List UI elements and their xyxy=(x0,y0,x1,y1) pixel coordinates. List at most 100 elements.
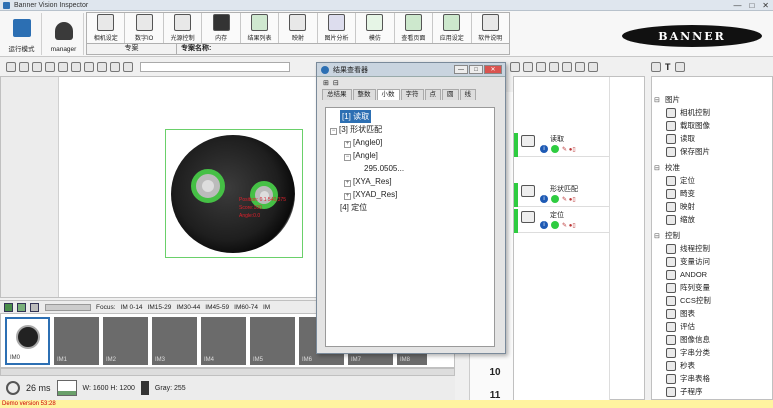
library-item[interactable]: 保存图片 xyxy=(666,145,710,158)
paste-icon[interactable] xyxy=(575,62,585,72)
help-button[interactable]: 软件说明 xyxy=(472,13,509,43)
range-tab[interactable]: IM30-44 xyxy=(176,304,200,311)
zoom-region-icon[interactable] xyxy=(71,62,81,72)
filmstrip-icon-2[interactable] xyxy=(17,302,26,312)
filmstrip-icon-3[interactable] xyxy=(30,302,39,312)
library-item[interactable]: 相机控制 xyxy=(666,106,710,119)
refresh-icon[interactable] xyxy=(510,62,520,72)
tree-node[interactable]: [4] 定位 xyxy=(330,201,490,214)
library-item[interactable]: 字串表格 xyxy=(666,372,710,385)
chain-step-locate[interactable]: 定位 i ✎ ●▯ xyxy=(514,209,610,233)
library-item[interactable]: 图表 xyxy=(666,307,695,320)
maximize-button[interactable]: □ xyxy=(749,1,754,10)
camera-settings-button[interactable]: 相机设定 xyxy=(87,13,126,43)
library-item[interactable]: 定位 xyxy=(666,174,695,187)
image-icon[interactable] xyxy=(588,62,598,72)
zoom-fit-icon[interactable] xyxy=(45,62,55,72)
view-select[interactable] xyxy=(140,62,290,72)
move-up-icon[interactable] xyxy=(536,62,546,72)
library-item[interactable]: 阵列变量 xyxy=(666,281,710,294)
library-view-icon[interactable] xyxy=(674,62,685,72)
library-item[interactable]: 评估 xyxy=(666,320,695,333)
dialog-close-button[interactable]: ✕ xyxy=(484,65,502,74)
results-list-button[interactable]: 结果列表 xyxy=(241,13,280,43)
histogram-icon[interactable] xyxy=(56,380,77,396)
dialog-maximize-button[interactable]: □ xyxy=(469,65,483,74)
library-icon[interactable] xyxy=(651,62,661,72)
dialog-title-bar[interactable]: 结果查看器 — □ ✕ xyxy=(317,63,505,77)
tab-line[interactable]: 线 xyxy=(459,89,476,100)
library-group-calibration[interactable]: ⊟ 校准 xyxy=(654,161,680,174)
tree-node[interactable]: + [XYA_Res] xyxy=(330,175,490,188)
library-item[interactable]: 载取图像 xyxy=(666,119,710,132)
view-page-button[interactable]: 查看页面 xyxy=(395,13,434,43)
tab-circle[interactable]: 圆 xyxy=(442,89,459,100)
save-icon[interactable] xyxy=(549,62,559,72)
edit-icon[interactable]: ✎ ●▯ xyxy=(562,196,576,203)
library-item[interactable]: 线程控制 xyxy=(666,242,710,255)
info-icon[interactable]: i xyxy=(540,221,548,229)
tree-node-value[interactable]: 295.0505... xyxy=(330,162,490,175)
tree-node[interactable]: − [Angle] xyxy=(330,149,490,162)
range-tab[interactable]: IM15-29 xyxy=(148,304,172,311)
info-icon[interactable]: i xyxy=(540,195,548,203)
filmstrip-icon-1[interactable] xyxy=(4,302,13,312)
thumbnail[interactable]: IM2 xyxy=(103,317,148,365)
digital-io-button[interactable]: 数字IO xyxy=(125,13,164,43)
light-control-button[interactable]: 光源控制 xyxy=(164,13,203,43)
app-settings-button[interactable]: 应用设定 xyxy=(433,13,472,43)
chain-step-read[interactable]: 读取 i ✎ ●▯ xyxy=(514,133,610,157)
roi-icon[interactable] xyxy=(110,62,120,72)
library-group-control[interactable]: ⊟ 控制 xyxy=(654,229,680,242)
tab-integer[interactable]: 整数 xyxy=(352,89,376,100)
range-tab[interactable]: IM 0-14 xyxy=(121,304,143,311)
chain-step-shape-match[interactable]: 形状匹配 i ✎ ●▯ xyxy=(514,183,610,207)
user-button[interactable]: manager xyxy=(44,13,84,55)
info-icon[interactable]: i xyxy=(540,145,548,153)
tree-node[interactable]: + [Angle0] xyxy=(330,136,490,149)
thumbnail-selected[interactable]: IM0 xyxy=(5,317,50,365)
thumbnail[interactable]: IM3 xyxy=(152,317,197,365)
range-tab[interactable]: IM60-74 xyxy=(234,304,258,311)
copy-icon[interactable] xyxy=(562,62,572,72)
run-mode-button[interactable]: 运行模式 xyxy=(2,13,42,55)
collapse-all-icon[interactable]: ⊟ xyxy=(333,79,339,87)
library-item[interactable]: 秒表 xyxy=(666,359,695,372)
library-item[interactable]: 子程序 xyxy=(666,385,703,398)
tab-all-results[interactable]: 总结果 xyxy=(322,89,352,100)
thumbnail[interactable]: IM4 xyxy=(201,317,246,365)
library-item[interactable]: 图像信息 xyxy=(666,333,710,346)
thumbnail[interactable]: IM5 xyxy=(250,317,295,365)
library-item[interactable]: 畸变 xyxy=(666,187,695,200)
library-item[interactable]: 映射 xyxy=(666,200,695,213)
expand-icon[interactable]: + xyxy=(344,180,351,187)
library-item[interactable]: 字串分类 xyxy=(666,346,710,359)
expand-icon[interactable]: + xyxy=(344,193,351,200)
range-tab[interactable]: IM xyxy=(263,304,270,311)
collapse-icon[interactable]: − xyxy=(330,128,337,135)
zoom-in-icon[interactable] xyxy=(19,62,29,72)
edit-icon[interactable]: ✎ ●▯ xyxy=(562,146,576,153)
select-icon[interactable] xyxy=(84,62,94,72)
text-tool-icon[interactable]: T xyxy=(665,62,671,72)
edit-icon[interactable]: ✎ ●▯ xyxy=(562,222,576,229)
range-tab[interactable]: IM45-59 xyxy=(205,304,229,311)
library-item[interactable]: ANDOR xyxy=(666,268,707,281)
mapping-button[interactable]: 映射 xyxy=(279,13,318,43)
tree-node[interactable]: − [3] 形状匹配 xyxy=(330,123,490,136)
collapse-icon[interactable]: − xyxy=(344,154,351,161)
filmstrip-slider[interactable] xyxy=(45,303,91,311)
image-analysis-button[interactable]: 图片分析 xyxy=(318,13,357,43)
tree-node[interactable]: [1] 读取 xyxy=(330,110,490,123)
grid-icon[interactable] xyxy=(97,62,107,72)
library-item[interactable]: 读取 xyxy=(666,132,695,145)
library-item[interactable]: CCS控制 xyxy=(666,294,711,307)
dialog-minimize-button[interactable]: — xyxy=(454,65,468,74)
library-item[interactable]: 缩放 xyxy=(666,213,695,226)
close-button[interactable]: ✕ xyxy=(762,1,769,10)
thumbnail[interactable]: IM1 xyxy=(54,317,99,365)
tab-point[interactable]: 点 xyxy=(424,89,441,100)
record-icon[interactable] xyxy=(523,62,533,72)
minimize-button[interactable]: — xyxy=(733,1,741,10)
expand-icon[interactable]: + xyxy=(344,141,351,148)
